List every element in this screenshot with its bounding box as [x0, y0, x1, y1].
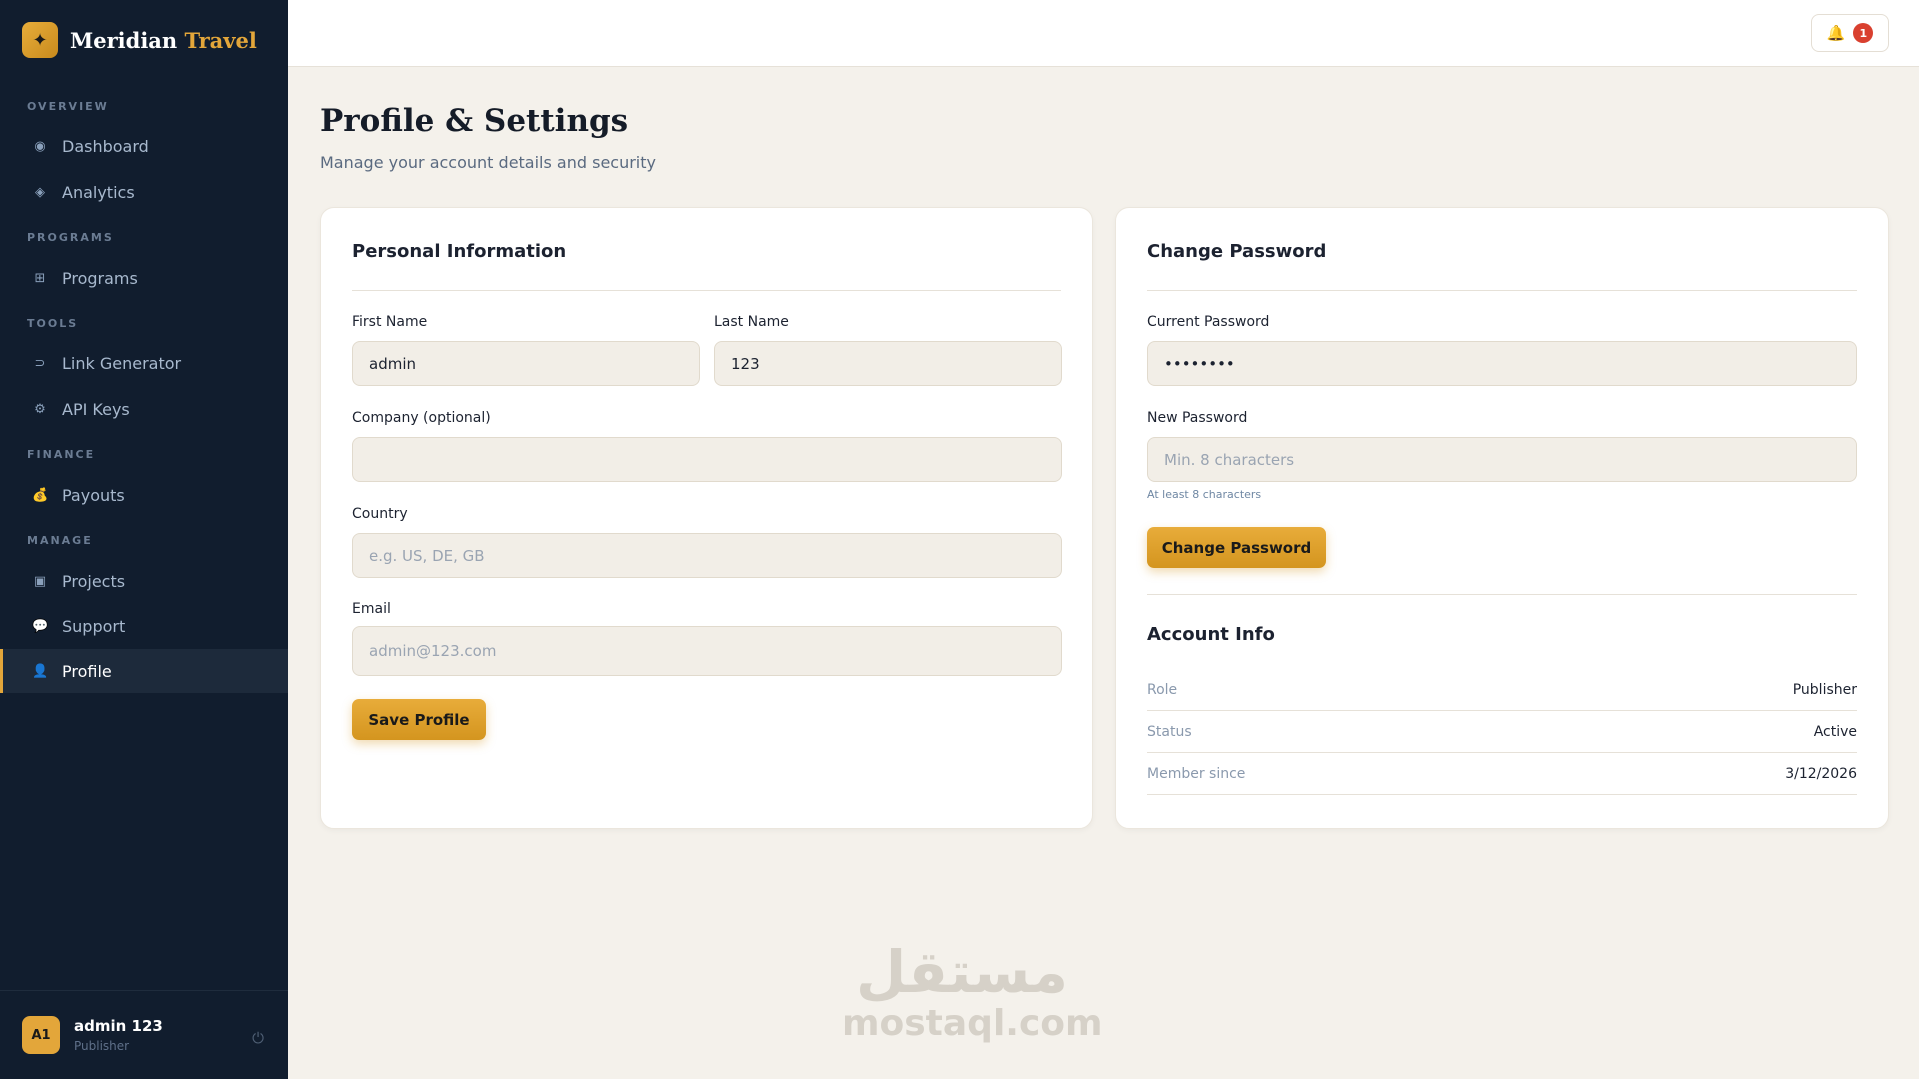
first-name-input[interactable]: [352, 341, 700, 386]
programs-grid-icon: ⊞: [34, 270, 46, 286]
user-meta: admin 123 Publisher: [74, 1017, 163, 1053]
nav-section-tools: TOOLS: [27, 317, 79, 330]
email-input[interactable]: [352, 626, 1062, 676]
nav-section-manage: MANAGE: [27, 534, 93, 547]
key-gear-icon: ⚙: [34, 401, 46, 417]
email-label: Email: [352, 601, 391, 617]
sidebar-item-profile[interactable]: 👤 Profile: [0, 649, 288, 693]
info-value: 3/12/2026: [1785, 765, 1857, 782]
dashboard-dot-icon: ◉: [34, 138, 46, 154]
sidebar-item-label: Dashboard: [62, 136, 149, 156]
info-value: Active: [1813, 723, 1857, 740]
current-password-input[interactable]: [1147, 341, 1857, 386]
sidebar-item-label: Support: [62, 616, 126, 636]
account-info-title: Account Info: [1147, 624, 1275, 645]
user-name: admin 123: [74, 1017, 163, 1035]
current-password-label: Current Password: [1147, 314, 1270, 330]
password-hint: At least 8 characters: [1147, 488, 1262, 501]
brand[interactable]: ✦ Meridian Travel: [22, 22, 257, 58]
user-card[interactable]: A1 admin 123 Publisher ⏻: [0, 990, 288, 1079]
card-title: Personal Information: [352, 241, 567, 262]
topbar: 🔔 1: [288, 0, 1919, 67]
last-name-input[interactable]: [714, 341, 1062, 386]
watermark: مستقل mostaql.com: [842, 938, 1103, 1044]
sidebar-item-projects[interactable]: ▣ Projects: [0, 559, 288, 603]
sidebar-item-label: Payouts: [62, 485, 125, 505]
user-role: Publisher: [74, 1039, 130, 1053]
notification-count-badge: 1: [1853, 23, 1874, 43]
sidebar-item-label: Profile: [62, 661, 112, 681]
brand-logo-icon: ✦: [22, 22, 58, 58]
divider: [1147, 290, 1857, 291]
brand-name: Meridian Travel: [70, 28, 257, 53]
new-password-label: New Password: [1147, 410, 1248, 426]
change-password-button[interactable]: Change Password: [1147, 527, 1326, 568]
page-title: Profile & Settings: [320, 103, 629, 139]
bell-icon: 🔔: [1826, 24, 1846, 42]
divider: [352, 290, 1061, 291]
sidebar: ✦ Meridian Travel OVERVIEW ◉ Dashboard ◈…: [0, 0, 288, 1079]
change-password-card: Change Password Current Password New Pas…: [1115, 207, 1889, 829]
new-password-input[interactable]: [1147, 437, 1857, 482]
brand-name-accent: Travel: [184, 27, 257, 53]
info-value: Publisher: [1792, 681, 1857, 698]
last-name-label: Last Name: [714, 314, 789, 330]
company-label: Company (optional): [352, 410, 491, 426]
info-row-role: Role Publisher: [1147, 669, 1857, 711]
sidebar-item-link-generator[interactable]: ⊃ Link Generator: [0, 341, 288, 385]
user-icon: 👤: [32, 663, 49, 679]
sidebar-item-label: API Keys: [62, 399, 130, 419]
notifications-button[interactable]: 🔔 1: [1811, 14, 1889, 52]
link-icon: ⊃: [34, 355, 46, 371]
sidebar-item-dashboard[interactable]: ◉ Dashboard: [0, 124, 288, 168]
first-name-label: First Name: [352, 314, 428, 330]
info-row-status: Status Active: [1147, 711, 1857, 753]
sidebar-item-analytics[interactable]: ◈ Analytics: [0, 170, 288, 214]
save-profile-button[interactable]: Save Profile: [352, 699, 486, 740]
card-title: Change Password: [1147, 241, 1327, 262]
watermark-arabic: مستقل: [855, 938, 1069, 1006]
watermark-latin: mostaql.com: [842, 1003, 1103, 1044]
info-row-member-since: Member since 3/12/2026: [1147, 753, 1857, 795]
sidebar-item-label: Projects: [62, 571, 126, 591]
company-input[interactable]: [352, 437, 1062, 482]
page-subtitle: Manage your account details and security: [320, 153, 656, 172]
projects-square-icon: ▣: [33, 573, 47, 589]
avatar: A1: [22, 1016, 60, 1054]
info-key: Status: [1147, 723, 1192, 740]
logout-power-icon[interactable]: ⏻: [252, 1029, 264, 1047]
money-bag-icon: 💰: [32, 487, 49, 503]
nav-section-finance: FINANCE: [27, 448, 96, 461]
chat-bubble-icon: 💬: [32, 618, 49, 634]
country-input[interactable]: [352, 533, 1062, 578]
sidebar-item-support[interactable]: 💬 Support: [0, 604, 288, 648]
divider: [1147, 594, 1857, 595]
sidebar-item-label: Analytics: [62, 182, 135, 202]
nav-section-programs: PROGRAMS: [27, 231, 114, 244]
analytics-diamond-icon: ◈: [35, 184, 45, 200]
brand-name-primary: Meridian: [70, 27, 178, 53]
country-label: Country: [352, 506, 408, 522]
info-key: Member since: [1147, 765, 1246, 782]
info-key: Role: [1147, 681, 1178, 698]
sidebar-item-label: Programs: [62, 268, 138, 288]
sidebar-item-payouts[interactable]: 💰 Payouts: [0, 473, 288, 517]
sidebar-item-api-keys[interactable]: ⚙ API Keys: [0, 387, 288, 431]
sidebar-item-programs[interactable]: ⊞ Programs: [0, 256, 288, 300]
sidebar-item-label: Link Generator: [62, 353, 182, 373]
personal-info-card: Personal Information First Name Last Nam…: [320, 207, 1093, 829]
nav-section-overview: OVERVIEW: [27, 100, 109, 113]
